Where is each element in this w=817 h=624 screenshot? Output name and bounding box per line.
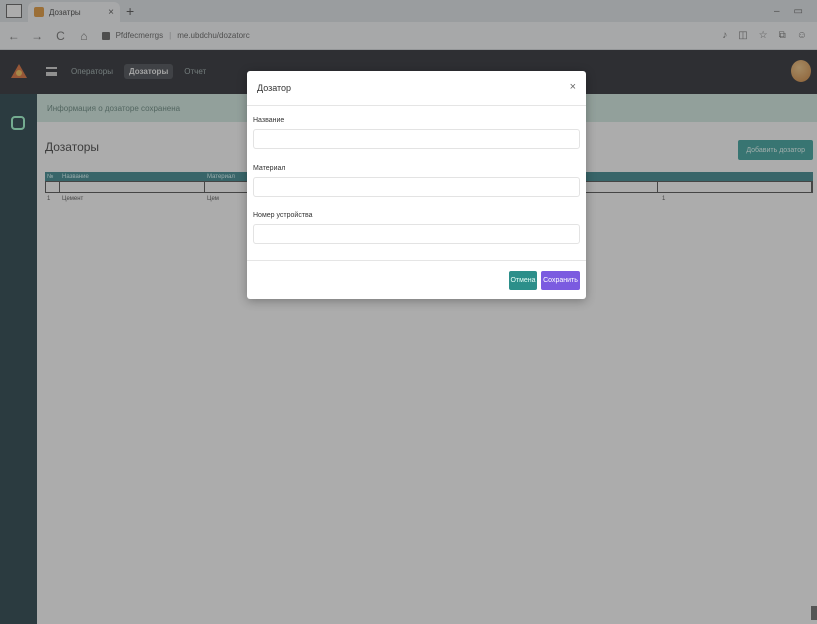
cancel-button[interactable]: Отмена (509, 271, 537, 290)
modal-header-divider (247, 105, 586, 106)
device-number-label: Номер устройства (253, 212, 313, 219)
material-label: Материал (253, 165, 286, 172)
material-input[interactable] (253, 177, 580, 197)
device-number-input[interactable] (253, 224, 580, 244)
dispenser-modal: Дозатор × Название Материал Номер устрой… (247, 71, 586, 299)
modal-footer-divider (247, 260, 586, 261)
name-label: Название (253, 117, 285, 124)
modal-title: Дозатор (257, 83, 292, 93)
save-button[interactable]: Сохранить (541, 271, 580, 290)
scrollbar-corner (811, 606, 817, 620)
close-icon[interactable]: × (570, 81, 576, 93)
name-input[interactable] (253, 129, 580, 149)
